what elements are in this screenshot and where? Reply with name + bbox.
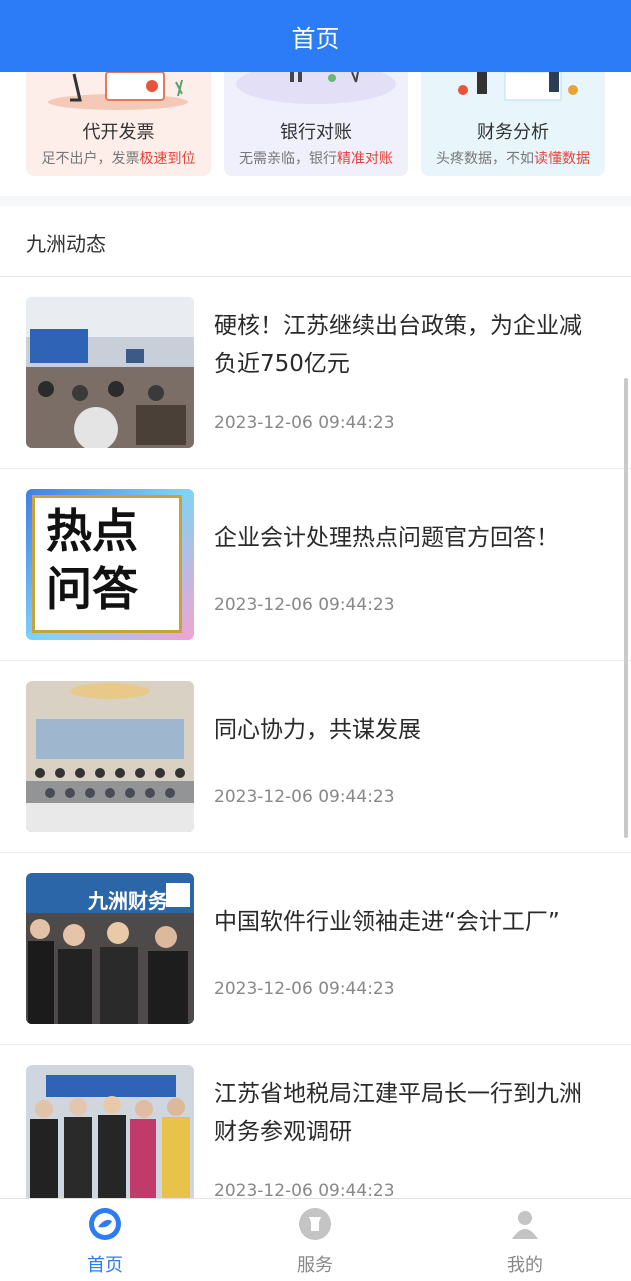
service-title: 财务分析 — [477, 122, 549, 143]
scrollbar[interactable] — [624, 378, 628, 838]
invoice-illustration-icon — [48, 72, 188, 110]
news-thumbnail — [26, 681, 194, 832]
tab-label: 首页 — [87, 1255, 123, 1276]
top-bar: 首页 — [0, 0, 631, 72]
service-card-bank[interactable]: 银行对账 无需亲临，银行精准对账 — [224, 72, 408, 176]
tab-profile[interactable]: 我的 — [420, 1199, 630, 1281]
news-thumbnail: 九洲财务 — [26, 873, 194, 1024]
news-time: 2023-12-06 09:44:23 — [214, 1181, 395, 1198]
service-icon — [299, 1208, 331, 1240]
news-thumbnail — [26, 1065, 194, 1198]
news-thumbnail: 热点 问答 — [26, 489, 194, 640]
tab-service[interactable]: 服务 — [210, 1199, 420, 1281]
news-title: 江苏省地税局江建平局长一行到九洲财务参观调研 — [214, 1081, 582, 1145]
tab-home[interactable]: 首页 — [0, 1199, 210, 1281]
tab-label: 服务 — [297, 1255, 333, 1276]
news-title: 同心协力，共谋发展 — [214, 717, 421, 743]
home-icon — [89, 1208, 121, 1240]
service-desc: 头疼数据，不如读懂数据 — [436, 151, 590, 167]
analysis-illustration-icon — [458, 72, 578, 101]
bank-illustration-icon — [236, 72, 396, 104]
news-item[interactable]: 九洲财务 中国软件行业领袖走进“会计工厂” 2023-12-06 09:44:2… — [0, 853, 631, 1045]
news-item[interactable]: 热点 问答 企业会计处理热点问题官方回答！ 2023-12-06 09:44:2… — [0, 469, 631, 661]
news-time: 2023-12-06 09:44:23 — [214, 787, 395, 807]
service-title: 代开发票 — [82, 122, 155, 143]
service-cards: 代开发票 足不出户，发票极速到位 银行对账 无需亲临，银行精准对账 财务分析 头… — [0, 72, 631, 196]
news-section-header: 九洲动态 — [0, 206, 631, 277]
news-thumbnail — [26, 297, 194, 448]
service-title: 银行对账 — [280, 122, 352, 143]
service-desc: 足不出户，发票极速到位 — [41, 151, 196, 167]
service-card-analysis[interactable]: 财务分析 头疼数据，不如读懂数据 — [421, 72, 605, 176]
news-time: 2023-12-06 09:44:23 — [214, 979, 395, 999]
news-item[interactable]: 江苏省地税局江建平局长一行到九洲财务参观调研 2023-12-06 09:44:… — [0, 1045, 631, 1198]
news-title: 硬核！江苏继续出台政策，为企业减负近750亿元 — [214, 313, 582, 377]
news-list: 硬核！江苏继续出台政策，为企业减负近750亿元 2023-12-06 09:44… — [0, 277, 631, 1198]
people-group-icon — [26, 913, 194, 1024]
news-item[interactable]: 硬核！江苏继续出台政策，为企业减负近750亿元 2023-12-06 09:44… — [0, 277, 631, 469]
news-time: 2023-12-06 09:44:23 — [214, 595, 395, 615]
bottom-tab-bar: 首页 服务 我的 — [0, 1198, 631, 1281]
user-icon — [512, 1211, 538, 1239]
page-title: 首页 — [291, 24, 340, 53]
service-desc: 无需亲临，银行精准对账 — [239, 151, 393, 167]
tab-label: 我的 — [507, 1255, 543, 1276]
news-title: 中国软件行业领袖走进“会计工厂” — [214, 909, 560, 935]
news-time: 2023-12-06 09:44:23 — [214, 413, 395, 433]
news-item[interactable]: 同心协力，共谋发展 2023-12-06 09:44:23 — [0, 661, 631, 853]
news-title: 企业会计处理热点问题官方回答！ — [214, 525, 559, 551]
service-card-invoice[interactable]: 代开发票 足不出户，发票极速到位 — [26, 72, 211, 176]
section-title: 九洲动态 — [26, 232, 106, 256]
